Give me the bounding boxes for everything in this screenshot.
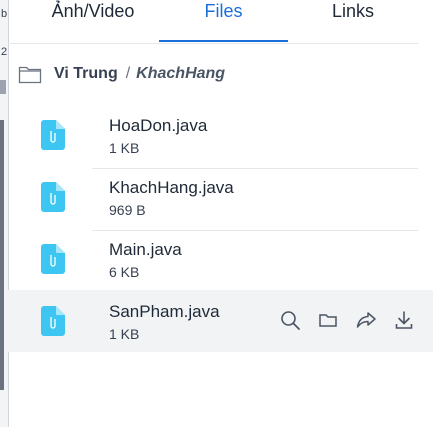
file-row[interactable]: KhachHang.java 969 B — [8, 172, 433, 234]
tab-bar: Ảnh/Video Files Links — [8, 0, 433, 44]
edge-scroll — [0, 120, 4, 390]
file-row[interactable]: Main.java 6 KB — [8, 234, 433, 296]
folder-icon — [18, 66, 42, 84]
file-size: 1 KB — [109, 140, 140, 156]
file-size: 6 KB — [109, 264, 140, 280]
row-divider — [92, 230, 418, 231]
file-name: KhachHang.java — [109, 178, 234, 197]
file-row[interactable]: HoaDon.java 1 KB — [8, 110, 433, 172]
file-icon — [41, 182, 65, 212]
file-name: Main.java — [109, 240, 182, 259]
breadcrumb-current: KhachHang — [136, 65, 226, 82]
tab-files[interactable]: Files — [159, 0, 288, 42]
download-icon[interactable] — [393, 309, 415, 331]
file-icon — [41, 120, 65, 150]
breadcrumb-separator: / — [125, 65, 131, 82]
search-icon[interactable] — [279, 309, 301, 331]
row-actions — [279, 309, 415, 331]
breadcrumb: Vi Trung / KhachHang — [18, 60, 225, 88]
edge-mark — [0, 80, 6, 94]
share-icon[interactable] — [355, 309, 377, 331]
file-row[interactable]: SanPham.java 1 KB — [8, 290, 433, 352]
file-name: HoaDon.java — [109, 116, 208, 135]
file-size: 1 KB — [109, 326, 140, 342]
tabs-divider — [8, 43, 418, 44]
active-tab-indicator — [159, 40, 288, 42]
folder-icon[interactable] — [317, 309, 339, 331]
breadcrumb-root[interactable]: Vi Trung — [54, 65, 118, 83]
file-size: 969 B — [109, 202, 146, 218]
file-icon — [41, 306, 65, 336]
edge-char-2: 2 — [1, 46, 8, 58]
tab-links[interactable]: Links — [308, 0, 398, 42]
edge-char-1: b — [1, 8, 8, 20]
file-icon — [41, 244, 65, 274]
tab-photo-video[interactable]: Ảnh/Video — [38, 0, 148, 42]
row-divider — [92, 168, 418, 169]
file-name: SanPham.java — [109, 302, 220, 321]
